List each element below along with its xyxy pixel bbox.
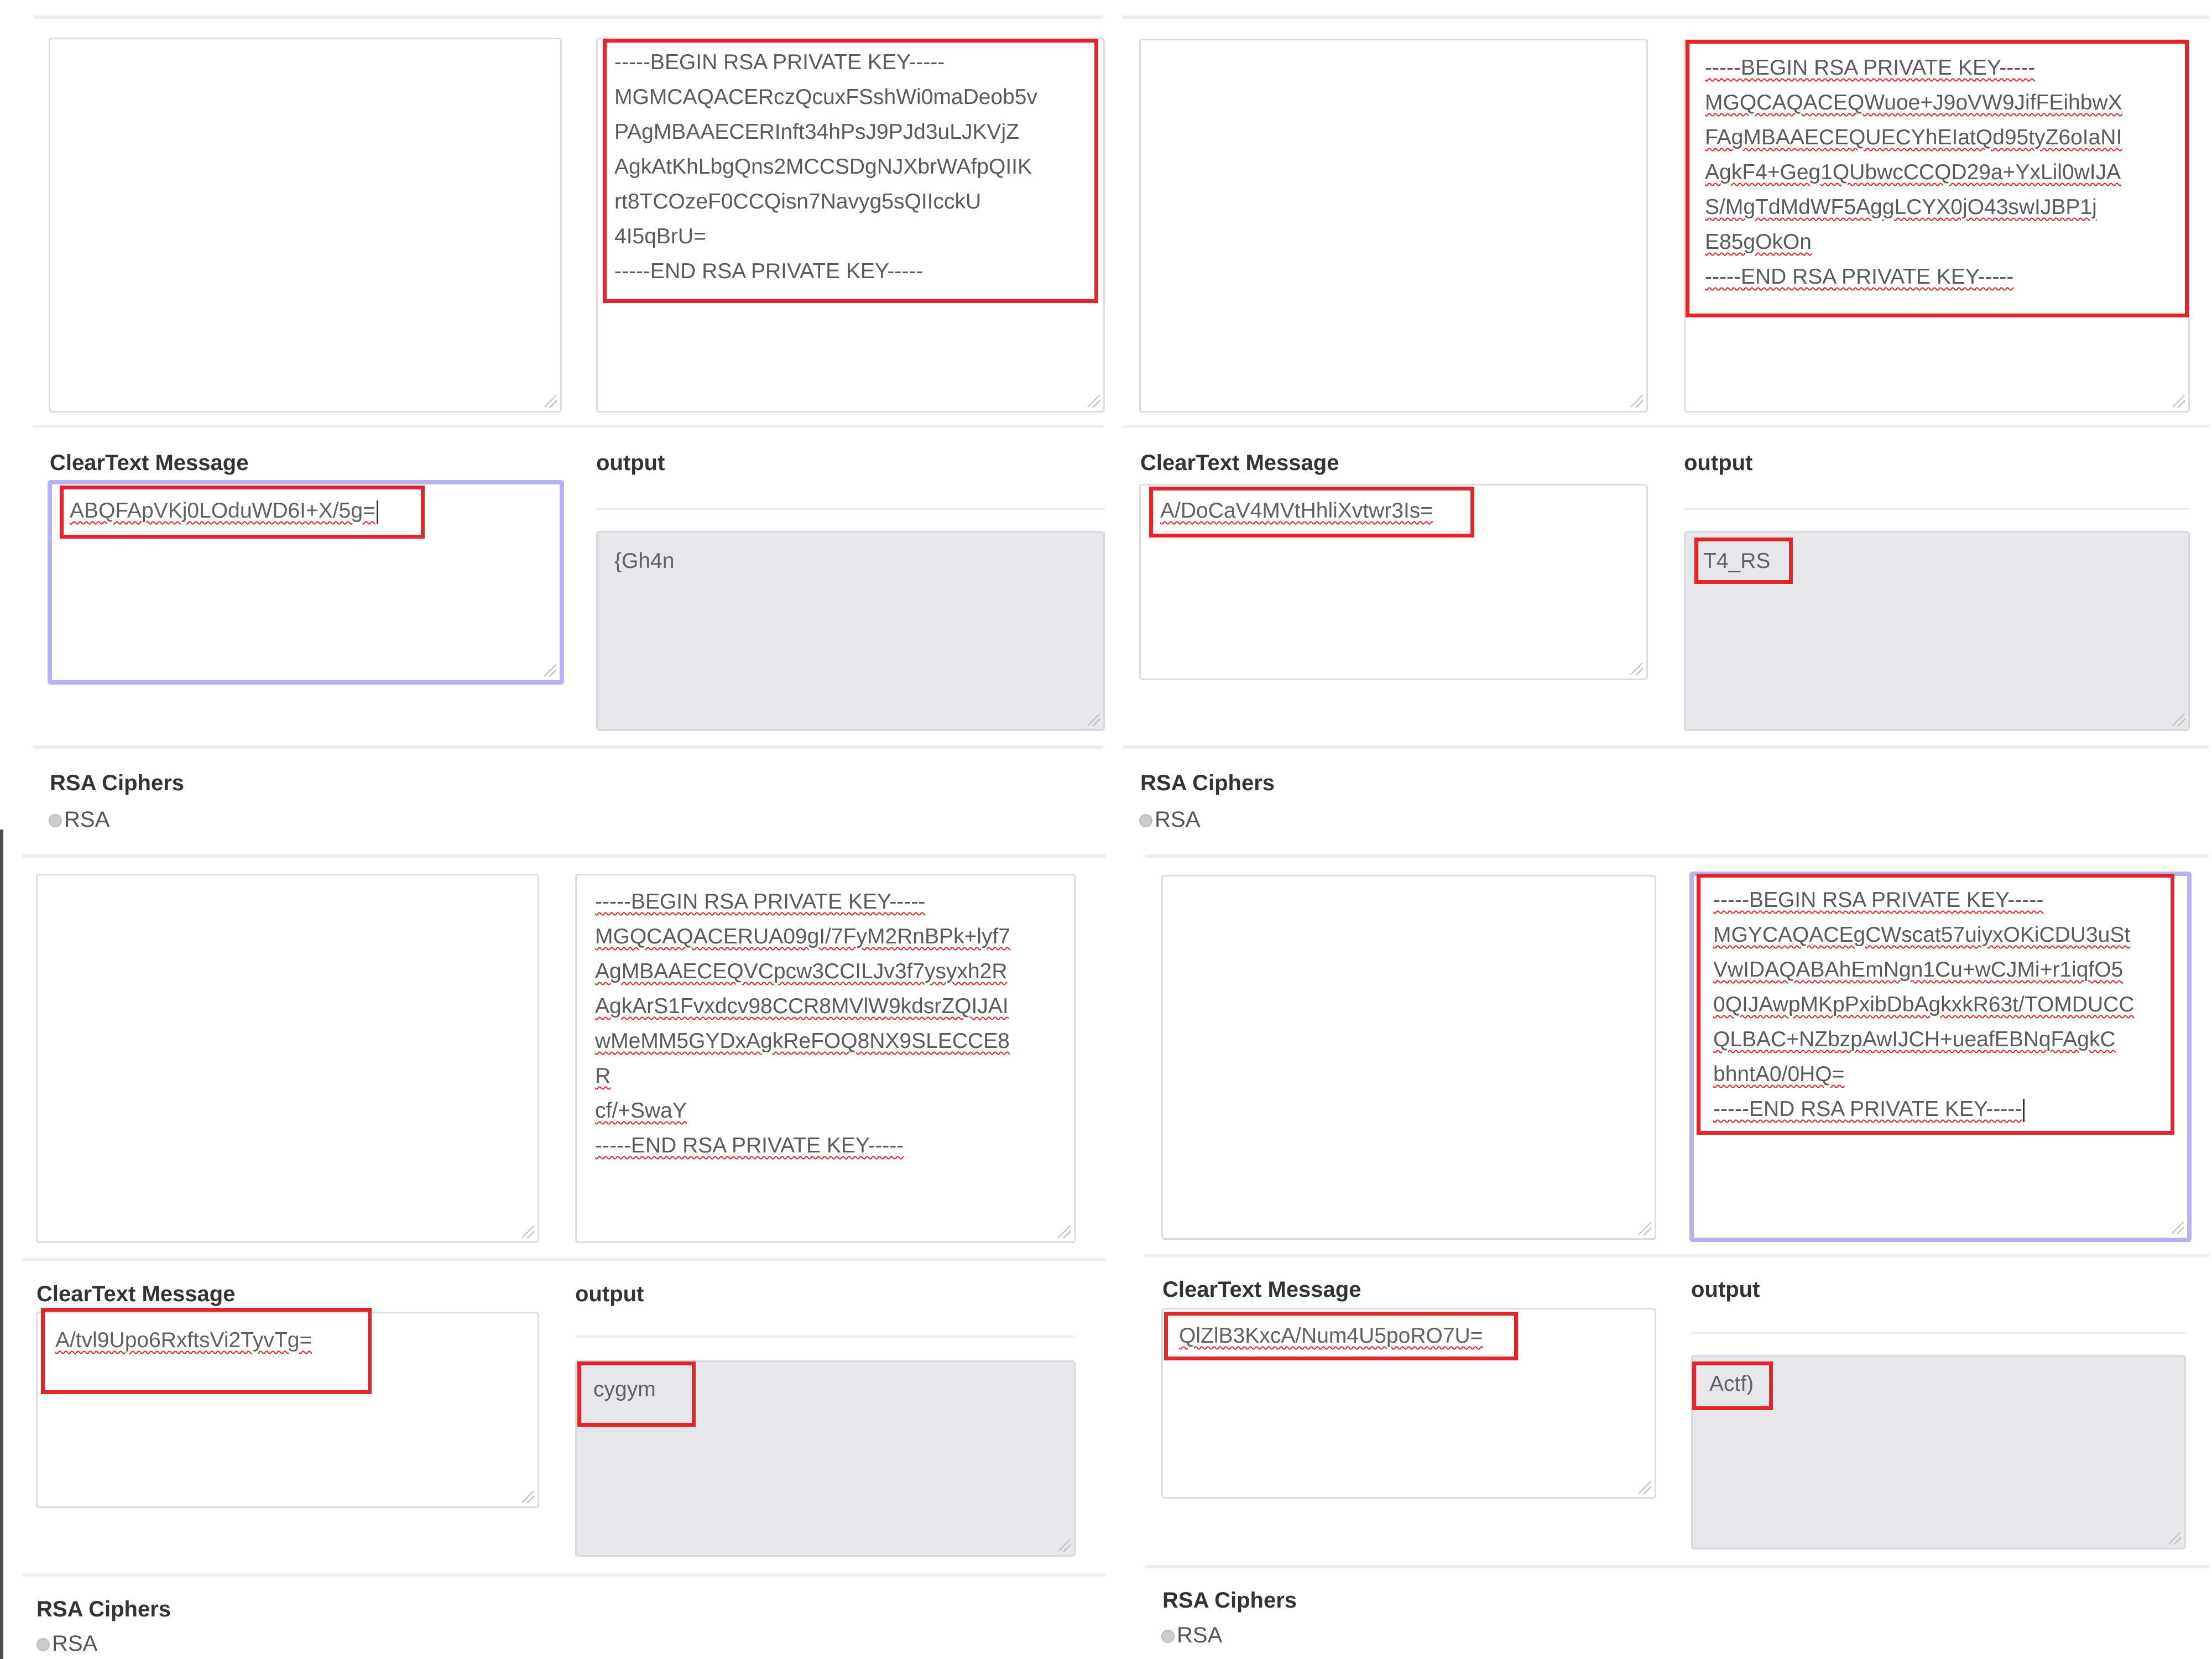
ciphers-label: RSA Ciphers <box>50 771 185 795</box>
divider <box>1145 1565 2209 1568</box>
divider <box>575 1335 1076 1338</box>
rsa-radio[interactable]: RSA <box>49 807 109 832</box>
divider <box>1684 508 2190 510</box>
divider <box>1145 1254 2209 1258</box>
public-key-textarea[interactable] <box>36 874 539 1243</box>
cleartext-value: ABQFApVKj0LOduWD6I+X/5g= <box>70 499 378 524</box>
resize-handle-icon[interactable] <box>544 665 556 677</box>
divider <box>22 1573 1106 1577</box>
cleartext-label: ClearText Message <box>1162 1277 1361 1302</box>
ciphers-label: RSA Ciphers <box>36 1597 171 1621</box>
resize-handle-icon[interactable] <box>545 395 557 408</box>
divider <box>1123 425 2209 428</box>
divider <box>33 15 1103 19</box>
rsa-radio[interactable]: RSA <box>1161 1623 1222 1648</box>
resize-handle-icon[interactable] <box>1088 395 1100 408</box>
rsa-radio-label: RSA <box>52 1631 98 1656</box>
rsa-radio[interactable]: RSA <box>1139 807 1200 832</box>
private-key-line: -----BEGIN RSA PRIVATE KEY----- <box>595 890 926 914</box>
divider <box>22 854 1106 858</box>
rsa-radio-label: RSA <box>1155 807 1201 832</box>
output-label: output <box>596 451 665 475</box>
cleartext-value: A/tvl9Upo6RxftsVi2TyvTg= <box>55 1328 312 1352</box>
highlight-box <box>1686 40 2189 317</box>
cleartext-value: QlZlB3KxcA/Num4U5poRO7U= <box>1179 1324 1483 1348</box>
public-key-textarea[interactable] <box>1139 39 1648 413</box>
public-key-textarea[interactable] <box>49 38 562 413</box>
output-label: output <box>575 1282 644 1306</box>
output-label: output <box>1691 1277 1760 1302</box>
resize-handle-icon[interactable] <box>1631 395 1643 408</box>
output-label: output <box>1684 451 1753 475</box>
resize-handle-icon[interactable] <box>1639 1481 1651 1494</box>
ciphers-label: RSA Ciphers <box>1162 1588 1297 1613</box>
private-key-line: -----END RSA PRIVATE KEY----- <box>595 1134 904 1157</box>
output-textarea[interactable]: {Gh4n <box>596 531 1105 731</box>
rsa-radio-label: RSA <box>1177 1623 1223 1647</box>
radio-icon[interactable] <box>36 1638 50 1652</box>
divider <box>33 425 1103 428</box>
resize-handle-icon[interactable] <box>2172 1222 2184 1234</box>
highlight-box <box>577 1361 696 1427</box>
resize-handle-icon[interactable] <box>2169 1532 2181 1545</box>
divider <box>22 1258 1106 1261</box>
rsa-radio[interactable]: RSA <box>36 1631 97 1656</box>
private-key-line: cf/+SwaY <box>595 1099 687 1123</box>
resize-handle-icon[interactable] <box>2173 714 2185 726</box>
highlight-box <box>1697 874 2174 1135</box>
private-key-line: MGQCAQACERUA09gI/7FyM2RnBPk+lyf7 <box>595 925 1010 948</box>
radio-icon[interactable] <box>1161 1630 1175 1644</box>
resize-handle-icon[interactable] <box>1088 714 1100 726</box>
highlight-box <box>603 39 1098 303</box>
rsa-radio-label: RSA <box>64 807 110 832</box>
divider <box>1145 854 2209 858</box>
private-key-line: AgMBAAECEQVCpcw3CCILJv3f7ysyxh2R <box>595 959 1008 983</box>
divider <box>596 508 1105 510</box>
divider <box>1691 1332 2186 1334</box>
resize-handle-icon[interactable] <box>1631 663 1643 675</box>
highlight-box <box>1694 538 1793 584</box>
radio-icon[interactable] <box>49 814 62 828</box>
divider <box>1123 745 2209 749</box>
resize-handle-icon[interactable] <box>1058 1540 1071 1552</box>
cleartext-label: ClearText Message <box>50 451 249 475</box>
resize-handle-icon[interactable] <box>1058 1226 1071 1238</box>
divider <box>33 745 1103 749</box>
ciphers-label: RSA Ciphers <box>1140 771 1275 795</box>
cleartext-value: A/DoCaV4MVtHhliXvtwr3Is= <box>1160 499 1433 523</box>
resize-handle-icon[interactable] <box>522 1226 534 1238</box>
cleartext-label: ClearText Message <box>1140 451 1339 475</box>
cleartext-label: ClearText Message <box>36 1282 236 1306</box>
text-caret <box>376 500 378 524</box>
resize-handle-icon[interactable] <box>2173 395 2185 408</box>
window-edge <box>0 830 3 1659</box>
private-key-line: AgkArS1Fvxdcv98CCR8MVlW9kdsrZQIJAI <box>595 994 1009 1018</box>
private-key-line: wMeMM5GYDxAgkReFOQ8NX9SLECCE8 <box>595 1029 1010 1053</box>
highlight-box <box>1692 1361 1773 1410</box>
output-value: {Gh4n <box>614 549 675 573</box>
private-key-line: R <box>595 1064 611 1088</box>
resize-handle-icon[interactable] <box>522 1491 534 1503</box>
private-key-textarea[interactable]: -----BEGIN RSA PRIVATE KEY----- MGQCAQAC… <box>575 874 1076 1243</box>
radio-icon[interactable] <box>1139 814 1152 828</box>
resize-handle-icon[interactable] <box>1639 1223 1651 1235</box>
divider <box>1123 15 2209 19</box>
public-key-textarea[interactable] <box>1161 875 1656 1240</box>
